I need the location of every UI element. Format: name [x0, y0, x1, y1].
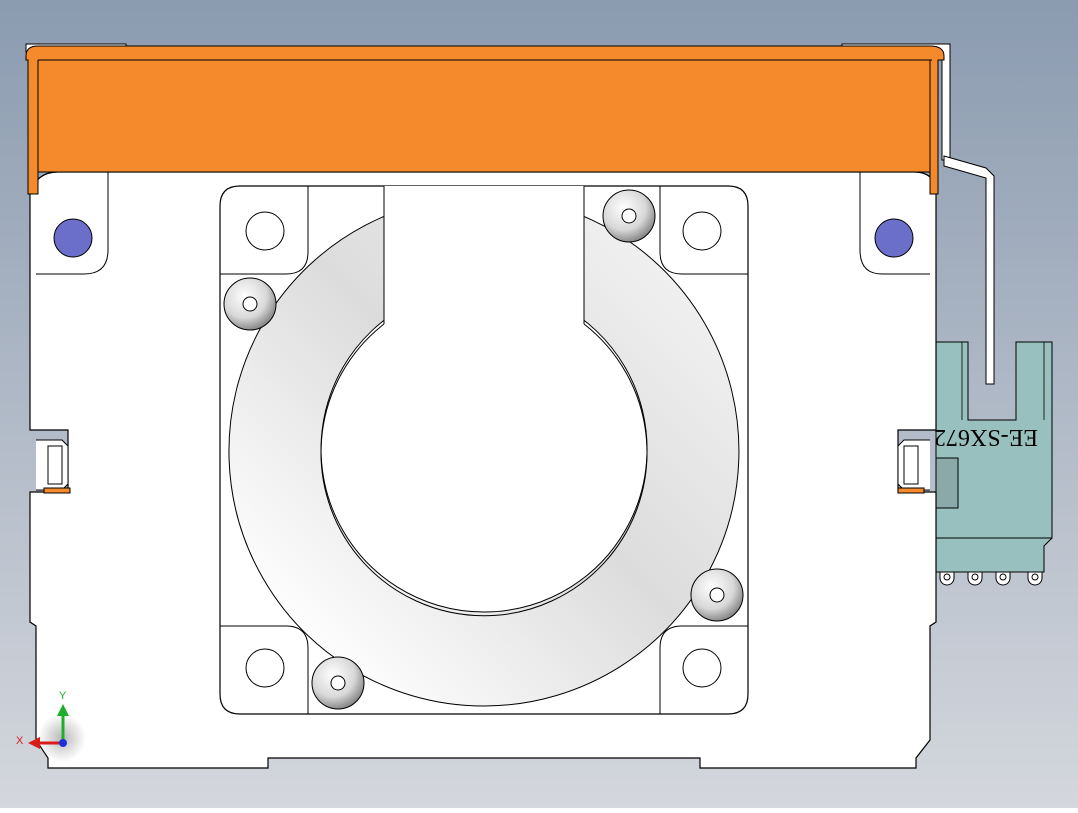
- cad-drawing[interactable]: EE-SX672 Y X: [0, 0, 1078, 808]
- screw-right: [690, 568, 744, 622]
- dowel-pin-left: [53, 218, 93, 258]
- cad-viewport[interactable]: EE-SX672 Y X: [0, 0, 1078, 808]
- screw-bottom-left: [311, 656, 365, 710]
- x-axis-label: X: [16, 735, 24, 747]
- z-axis-dot: [59, 739, 67, 747]
- orange-cover: [25, 45, 945, 195]
- y-axis-label: Y: [59, 690, 67, 702]
- sensor-label: EE-SX672: [934, 424, 1038, 450]
- screw-left: [223, 277, 277, 331]
- dowel-pin-right: [874, 218, 914, 258]
- screw-top-right: [602, 189, 656, 243]
